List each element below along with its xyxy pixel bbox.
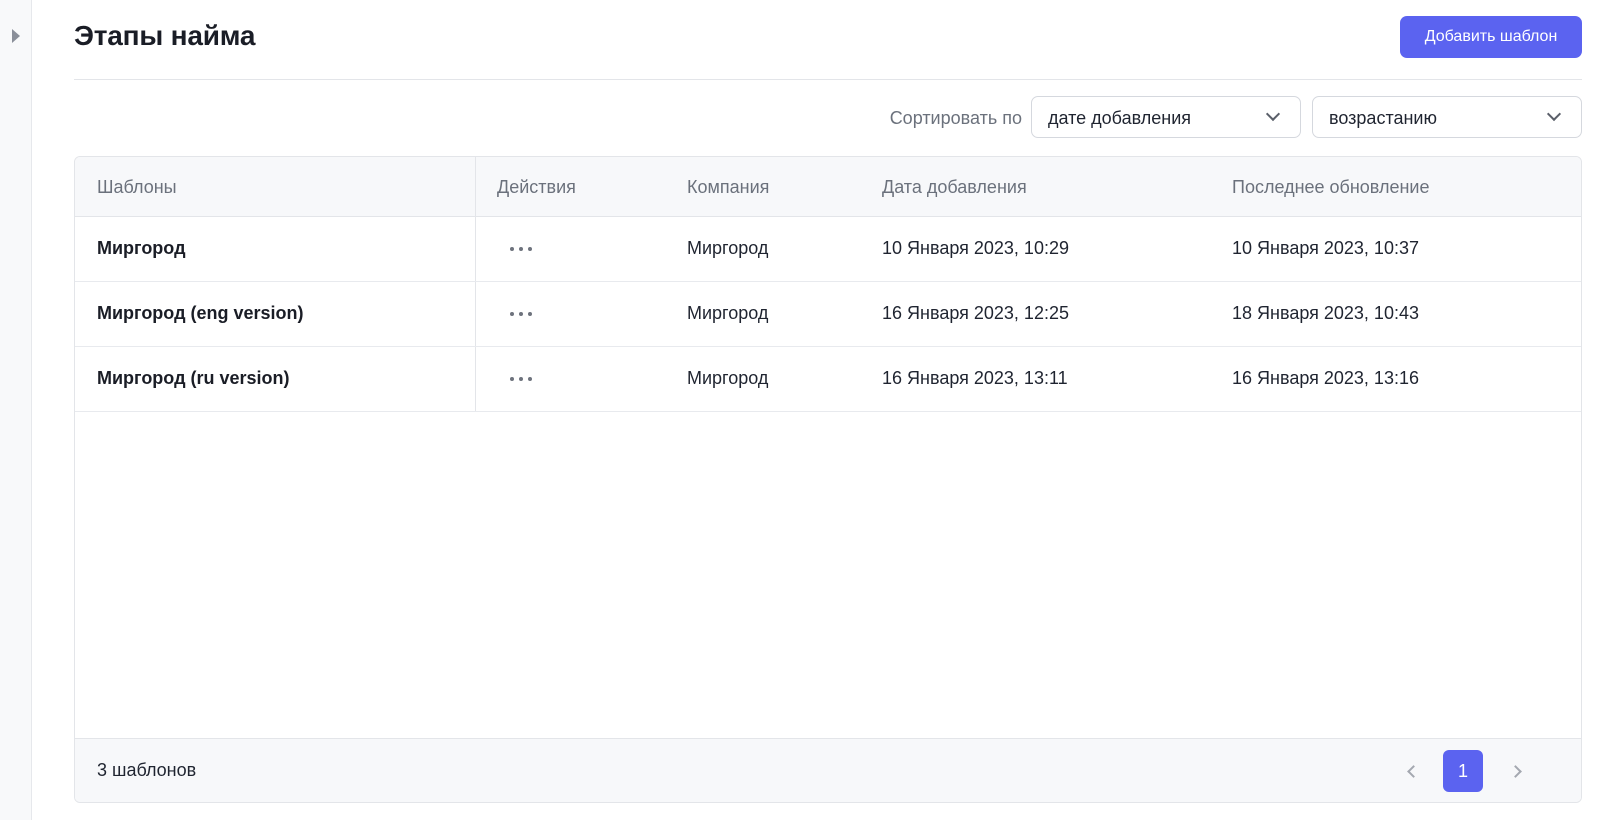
chevron-right-icon[interactable] xyxy=(1507,761,1527,781)
main-content: Этапы найма Добавить шаблон Сортировать … xyxy=(74,0,1582,820)
chevron-down-icon xyxy=(1265,106,1281,122)
date-added-cell: 16 Января 2023, 12:25 xyxy=(882,303,1069,323)
more-horizontal-icon[interactable] xyxy=(507,237,535,261)
company-cell: Миргород xyxy=(687,303,769,323)
table-footer: 3 шаблонов 1 xyxy=(75,738,1581,802)
column-header-actions: Действия xyxy=(497,177,576,197)
company-cell: Миргород xyxy=(687,368,769,388)
date-added-cell: 10 Января 2023, 10:29 xyxy=(882,238,1069,258)
templates-count: 3 шаблонов xyxy=(97,760,197,780)
column-header-templates[interactable]: Шаблоны xyxy=(97,177,177,198)
last-updated-cell: 18 Января 2023, 10:43 xyxy=(1232,303,1419,323)
add-template-button[interactable]: Добавить шаблон xyxy=(1400,16,1582,58)
sort-label: Сортировать по xyxy=(889,108,1022,128)
table-row[interactable]: Миргород (eng version) Миргород 16 Январ… xyxy=(75,282,1581,347)
company-cell: Миргород xyxy=(687,238,769,258)
page-number-current[interactable]: 1 xyxy=(1443,750,1483,792)
table-header: Шаблоны Действия Компания Дата добавлени… xyxy=(75,157,1581,217)
last-updated-cell: 10 Января 2023, 10:37 xyxy=(1232,238,1419,258)
last-updated-cell: 16 Января 2023, 13:16 xyxy=(1232,368,1419,388)
page-title: Этапы найма xyxy=(74,20,256,51)
templates-table: Шаблоны Действия Компания Дата добавлени… xyxy=(74,156,1582,803)
date-added-cell: 16 Января 2023, 13:11 xyxy=(882,368,1068,388)
sort-field-value: дате добавления xyxy=(1048,108,1191,128)
chevron-left-icon[interactable] xyxy=(1401,761,1421,781)
template-name[interactable]: Миргород (ru version) xyxy=(97,368,290,389)
sort-order-select[interactable]: возрастанию xyxy=(1312,96,1582,138)
chevron-right-icon xyxy=(12,29,20,43)
column-header-date-added[interactable]: Дата добавления xyxy=(882,177,1027,198)
sort-field-select[interactable]: дате добавления xyxy=(1031,96,1301,138)
sidebar-toggle-button[interactable] xyxy=(8,26,24,46)
chevron-down-icon xyxy=(1546,106,1562,122)
sort-order-value: возрастанию xyxy=(1329,108,1437,128)
table-row[interactable]: Миргород (ru version) Миргород 16 Января… xyxy=(75,347,1581,412)
column-header-company[interactable]: Компания xyxy=(687,177,769,198)
more-horizontal-icon[interactable] xyxy=(507,302,535,326)
table-row[interactable]: Миргород Миргород 10 Января 2023, 10:29 … xyxy=(75,217,1581,282)
more-horizontal-icon[interactable] xyxy=(507,367,535,391)
sort-bar: Сортировать по дате добавления возрастан… xyxy=(74,96,1582,140)
column-header-last-updated[interactable]: Последнее обновление xyxy=(1232,177,1429,198)
sidebar-rail xyxy=(0,0,32,820)
template-name[interactable]: Миргород (eng version) xyxy=(97,303,304,324)
template-name[interactable]: Миргород xyxy=(97,238,186,259)
page-header: Этапы найма Добавить шаблон xyxy=(74,0,1582,80)
